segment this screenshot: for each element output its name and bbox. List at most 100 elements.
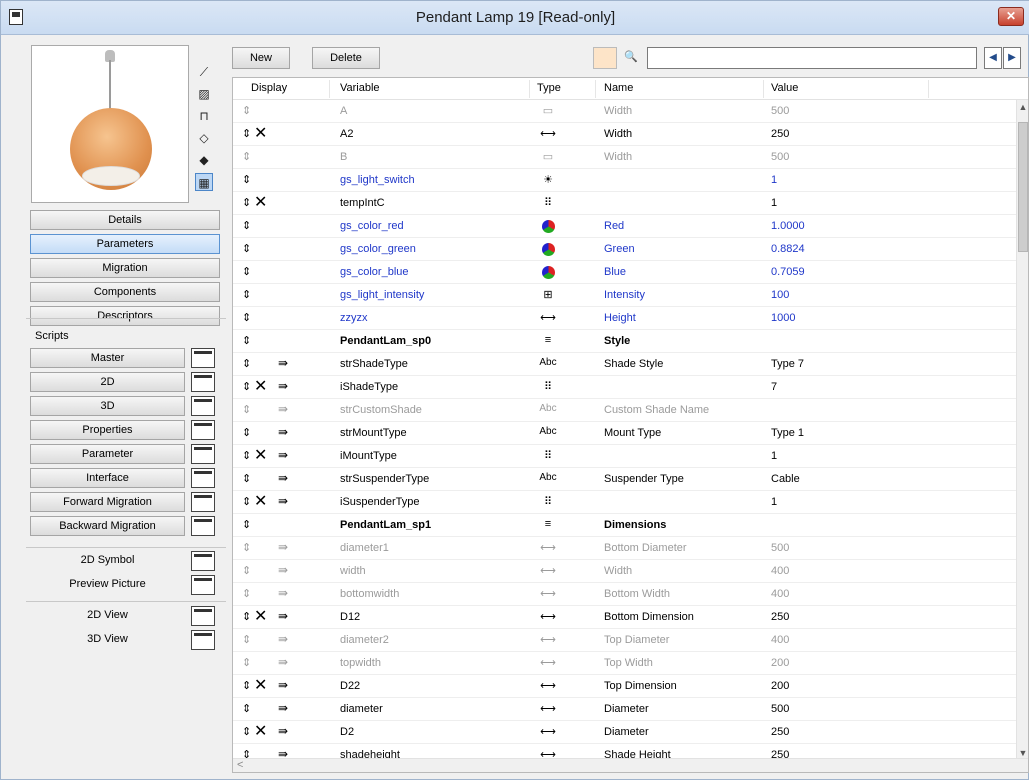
open-window-icon[interactable] (191, 606, 215, 626)
value-cell[interactable]: 100 (771, 289, 789, 301)
drag-handle-icon[interactable]: ⇕ (242, 127, 251, 140)
drag-handle-icon[interactable]: ⇕ (242, 403, 251, 416)
drag-handle-icon[interactable]: ⇕ (242, 725, 251, 738)
value-cell[interactable]: 1 (771, 496, 777, 508)
script-button-3d[interactable]: 3D (30, 396, 185, 416)
value-cell[interactable]: 1 (771, 197, 777, 209)
scroll-left-arrow[interactable]: < (237, 759, 243, 771)
script-button-interface[interactable]: Interface (30, 468, 185, 488)
open-window-icon[interactable] (191, 516, 215, 536)
table-row[interactable]: ⇕ ✕ ⇛ D22 ⟷ Top Dimension 200 (233, 675, 1017, 698)
new-button[interactable]: New (232, 47, 290, 69)
script-button-forward-migration[interactable]: Forward Migration (30, 492, 185, 512)
table-row[interactable]: ⇕ ✕ ⇛ iSuspenderType ⠿ 1 (233, 491, 1017, 514)
section-button-details[interactable]: Details (30, 210, 220, 230)
section-button-descriptors[interactable]: Descriptors (30, 306, 220, 326)
script-button-parameter[interactable]: Parameter (30, 444, 185, 464)
table-row[interactable]: ⇕ ✕ ⇛ D12 ⟷ Bottom Dimension 250 (233, 606, 1017, 629)
open-window-icon[interactable] (191, 575, 215, 595)
value-cell[interactable]: 200 (771, 657, 789, 669)
cube-solid-icon[interactable]: ◆ (195, 151, 213, 169)
film-icon[interactable]: ▦ (195, 173, 213, 191)
value-cell[interactable]: 400 (771, 634, 789, 646)
scroll-up-arrow[interactable]: ▲ (1017, 102, 1028, 112)
open-window-icon[interactable] (191, 372, 215, 392)
header-display[interactable]: Display (251, 82, 287, 94)
drag-handle-icon[interactable]: ⇕ (242, 472, 251, 485)
hidden-toggle-icon[interactable]: ✕ (254, 675, 267, 695)
table-row[interactable]: ⇕ ⇛ strSuspenderType Abc Suspender Type Cable (233, 468, 1017, 491)
value-cell[interactable]: Type 1 (771, 427, 804, 439)
table-row[interactable]: ⇕ ⇛ width ⟷ Width 400 (233, 560, 1017, 583)
drag-handle-icon[interactable]: ⇕ (242, 265, 251, 278)
value-cell[interactable]: 400 (771, 588, 789, 600)
value-cell[interactable]: 1.0000 (771, 220, 805, 232)
value-cell[interactable]: 400 (771, 565, 789, 577)
next-button[interactable]: ▶ (1003, 47, 1021, 69)
table-row[interactable]: ⇕ zzyzx ⟷ Height 1000 (233, 307, 1017, 330)
open-window-icon[interactable] (191, 630, 215, 650)
value-cell[interactable]: 0.8824 (771, 243, 805, 255)
table-row[interactable]: ⇕ gs_color_red Red 1.0000 (233, 215, 1017, 238)
value-cell[interactable]: 1 (771, 174, 777, 186)
horizontal-scrollbar[interactable]: < (233, 758, 1028, 772)
table-row[interactable]: ⇕ PendantLam_sp1 ≡ Dimensions (233, 514, 1017, 537)
table-row[interactable]: ⇕ ✕ tempIntC ⠿ 1 (233, 192, 1017, 215)
script-button-master[interactable]: Master (30, 348, 185, 368)
drag-handle-icon[interactable]: ⇕ (242, 357, 251, 370)
table-row[interactable]: ⇕ ⇛ diameter ⟷ Diameter 500 (233, 698, 1017, 721)
drag-handle-icon[interactable]: ⇕ (242, 679, 251, 692)
eraser-icon[interactable]: ▨ (195, 85, 213, 103)
open-window-icon[interactable] (191, 444, 215, 464)
header-value[interactable]: Value (771, 82, 798, 94)
value-cell[interactable]: 1000 (771, 312, 795, 324)
drag-handle-icon[interactable]: ⇕ (242, 702, 251, 715)
section-button-migration[interactable]: Migration (30, 258, 220, 278)
table-row[interactable]: ⇕ ⇛ strShadeType Abc Shade Style Type 7 (233, 353, 1017, 376)
drag-handle-icon[interactable]: ⇕ (242, 173, 251, 186)
drag-handle-icon[interactable]: ⇕ (242, 150, 251, 163)
drag-handle-icon[interactable]: ⇕ (242, 518, 251, 531)
drag-handle-icon[interactable]: ⇕ (242, 380, 251, 393)
open-window-icon[interactable] (191, 420, 215, 440)
drag-handle-icon[interactable]: ⇕ (242, 219, 251, 232)
value-cell[interactable]: 500 (771, 703, 789, 715)
script-button-2d[interactable]: 2D (30, 372, 185, 392)
value-cell[interactable]: 500 (771, 542, 789, 554)
drag-handle-icon[interactable]: ⇕ (242, 449, 251, 462)
section-button-components[interactable]: Components (30, 282, 220, 302)
drag-handle-icon[interactable]: ⇕ (242, 104, 251, 117)
value-cell[interactable]: Cable (771, 473, 800, 485)
drag-handle-icon[interactable]: ⇕ (242, 288, 251, 301)
table-row[interactable]: ⇕ ⇛ bottomwidth ⟷ Bottom Width 400 (233, 583, 1017, 606)
hidden-toggle-icon[interactable]: ✕ (254, 606, 267, 626)
hidden-toggle-icon[interactable]: ✕ (254, 123, 267, 143)
close-button[interactable]: ✕ (998, 7, 1024, 26)
value-cell[interactable]: 500 (771, 151, 789, 163)
value-cell[interactable]: 200 (771, 680, 789, 692)
table-row[interactable]: ⇕ ⇛ diameter1 ⟷ Bottom Diameter 500 (233, 537, 1017, 560)
open-window-icon[interactable] (191, 551, 215, 571)
value-cell[interactable]: 250 (771, 611, 789, 623)
table-row[interactable]: ⇕ ✕ ⇛ iShadeType ⠿ 7 (233, 376, 1017, 399)
search-input[interactable] (647, 47, 977, 69)
chair-icon[interactable]: ⊓ (195, 107, 213, 125)
hidden-toggle-icon[interactable]: ✕ (254, 491, 267, 511)
cube-wire-icon[interactable]: ◇ (195, 129, 213, 147)
table-row[interactable]: ⇕ gs_light_switch ☀ 1 (233, 169, 1017, 192)
table-row[interactable]: ⇕ ✕ A2 ⟷ Width 250 (233, 123, 1017, 146)
table-row[interactable]: ⇕ ⇛ topwidth ⟷ Top Width 200 (233, 652, 1017, 675)
header-variable[interactable]: Variable (340, 82, 380, 94)
drag-handle-icon[interactable]: ⇕ (242, 587, 251, 600)
table-row[interactable]: ⇕ A ▭ Width 500 (233, 100, 1017, 123)
open-window-icon[interactable] (191, 348, 215, 368)
table-row[interactable]: ⇕ gs_color_blue Blue 0.7059 (233, 261, 1017, 284)
value-cell[interactable]: 500 (771, 105, 789, 117)
drag-handle-icon[interactable]: ⇕ (242, 633, 251, 646)
open-window-icon[interactable] (191, 468, 215, 488)
highlight-color-swatch[interactable] (593, 47, 617, 69)
value-cell[interactable]: 250 (771, 726, 789, 738)
value-cell[interactable]: Type 7 (771, 358, 804, 370)
drag-handle-icon[interactable]: ⇕ (242, 610, 251, 623)
script-button-backward-migration[interactable]: Backward Migration (30, 516, 185, 536)
